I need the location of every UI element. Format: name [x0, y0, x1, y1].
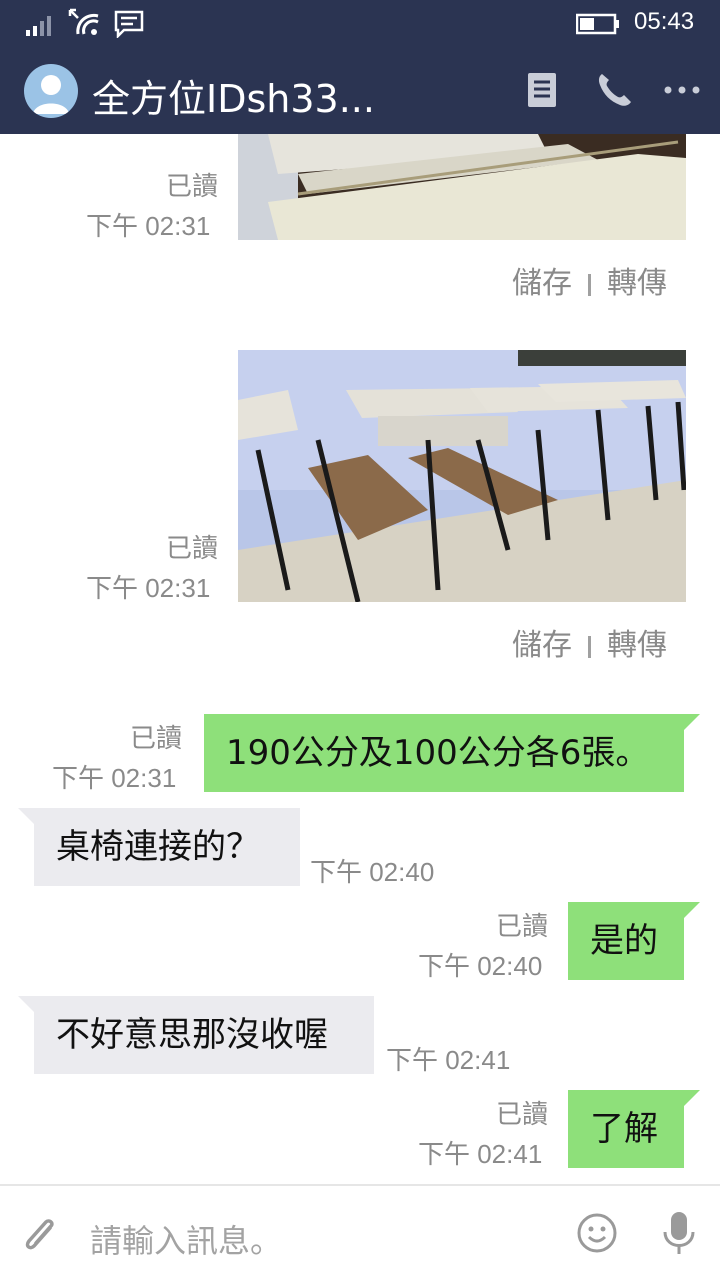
clock: 05:43 [634, 8, 695, 35]
emoji-icon[interactable] [576, 1212, 618, 1254]
note-icon[interactable] [522, 70, 562, 110]
chat-header: 全方位IDsh33... [0, 50, 720, 134]
forward-button[interactable]: 轉傳 [607, 266, 667, 301]
battery-icon [576, 13, 619, 35]
outgoing-message[interactable]: 了解 [568, 1090, 700, 1168]
save-button[interactable]: 儲存 [512, 266, 572, 301]
message-time: 下午 02:40 [310, 857, 435, 887]
message-time: 下午 02:31 [86, 573, 211, 603]
avatar[interactable] [24, 64, 78, 118]
wifi-icon [68, 8, 99, 35]
status-bar: 05:43 [0, 0, 720, 50]
photo-message-desks-2[interactable] [238, 350, 686, 602]
photo-actions: 儲存 轉傳 [512, 620, 667, 664]
outgoing-message[interactable]: 是的 [568, 902, 700, 980]
phone-icon[interactable] [594, 70, 634, 110]
forward-button[interactable]: 轉傳 [607, 628, 667, 663]
message-time: 下午 02:31 [52, 763, 177, 793]
read-receipt: 已讀 [130, 724, 183, 754]
incoming-message[interactable]: 不好意思那沒收喔 [18, 996, 374, 1074]
photo-message-desks-1[interactable] [238, 134, 686, 240]
photo-actions: 儲存 轉傳 [512, 258, 667, 302]
message-time: 下午 02:31 [86, 211, 211, 241]
message-time: 下午 02:41 [418, 1139, 543, 1169]
message-time: 下午 02:40 [418, 951, 543, 981]
message-notification-icon [114, 10, 144, 38]
attach-icon[interactable] [20, 1214, 60, 1258]
incoming-message[interactable]: 桌椅連接的？ [18, 808, 300, 886]
outgoing-message[interactable]: 190公分及100公分各6張。 [204, 714, 700, 792]
chat-messages[interactable]: 已讀 下午 02:31 儲存 轉傳 已讀 下午 02:31 儲存 轉傳 已讀 下… [0, 134, 720, 1184]
divider [588, 635, 591, 658]
message-time: 下午 02:41 [386, 1045, 511, 1075]
save-button[interactable]: 儲存 [512, 628, 572, 663]
read-receipt: 已讀 [496, 1100, 549, 1130]
signal-icon [26, 16, 51, 36]
read-receipt: 已讀 [166, 534, 219, 564]
chat-title[interactable]: 全方位IDsh33... [92, 68, 375, 123]
divider [588, 273, 591, 296]
mic-icon[interactable] [660, 1210, 698, 1256]
message-input[interactable]: 請輸入訊息。 [90, 1216, 282, 1262]
message-input-bar: 請輸入訊息。 [0, 1184, 720, 1280]
more-icon[interactable] [662, 70, 702, 110]
read-receipt: 已讀 [166, 172, 219, 202]
read-receipt: 已讀 [496, 912, 549, 942]
